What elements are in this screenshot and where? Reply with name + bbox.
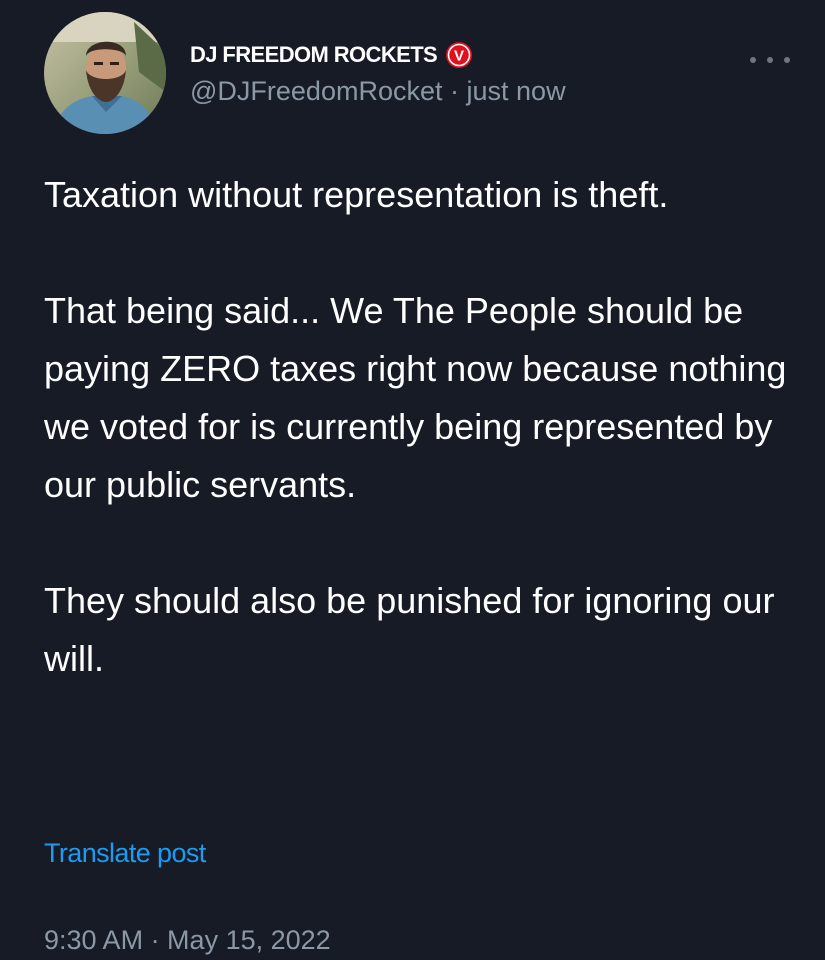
handle[interactable]: @DJFreedomRocket [190, 76, 442, 106]
post-paragraph: That being said... We The People should … [44, 290, 787, 505]
more-horizontal-icon-dot [767, 57, 773, 63]
verified-badge-icon: V [445, 41, 473, 69]
post-paragraph: They should also be punished for ignorin… [44, 580, 775, 679]
post-detail: DJ FREEDOM ROCKETS V @DJFreedomRocket · … [0, 0, 825, 960]
translate-post-link[interactable]: Translate post [44, 838, 206, 869]
display-name[interactable]: DJ FREEDOM ROCKETS [190, 42, 438, 68]
post-paragraph: Taxation without representation is theft… [44, 174, 669, 215]
more-horizontal-icon-dot [784, 57, 790, 63]
handle-row: @DJFreedomRocket · just now [190, 76, 566, 107]
handle-separator: · [450, 76, 459, 106]
more-options-button[interactable] [750, 48, 790, 72]
post-timestamp[interactable]: 9:30 AM · May 15, 2022 [44, 925, 331, 956]
badge-letter: V [454, 48, 464, 65]
relative-time[interactable]: just now [467, 76, 566, 106]
author-name-row: DJ FREEDOM ROCKETS V [190, 38, 473, 72]
more-horizontal-icon [750, 57, 756, 63]
avatar-image [44, 12, 166, 134]
avatar[interactable] [44, 12, 166, 134]
post-text: Taxation without representation is theft… [44, 166, 804, 688]
